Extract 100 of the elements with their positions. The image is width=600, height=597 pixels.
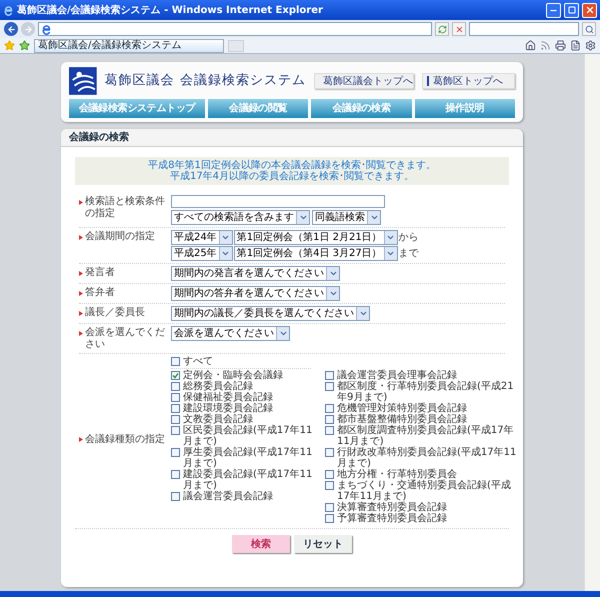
minimize-button[interactable]: [546, 2, 561, 18]
checkbox[interactable]: [325, 426, 334, 435]
checkbox[interactable]: [171, 357, 180, 366]
header-link[interactable]: 葛飾区議会トップへ: [314, 73, 414, 89]
panel-title: 会議録の検索: [69, 130, 129, 145]
window-title: 葛飾区議会/会議録検索システム - Windows Internet Explorer: [17, 3, 324, 18]
browser-tab[interactable]: 葛飾区議会/会議録検索システム: [34, 38, 224, 52]
checkbox[interactable]: [325, 448, 334, 457]
favorites-star-icon: [4, 40, 15, 51]
checkbox-label: 建設委員会記録(平成17年11月まで): [183, 469, 314, 491]
caret-icon: [276, 327, 289, 340]
search-button[interactable]: [582, 22, 596, 36]
stop-button[interactable]: [452, 22, 466, 36]
checkbox-label: 都市基盤整備特別委員会記録: [337, 414, 467, 425]
print-icon[interactable]: [555, 40, 566, 51]
dropdown[interactable]: 第1回定例会（第4日 3月27日）: [234, 246, 398, 261]
checkbox-label: 都区制度調査特別委員会記録(平成17年11月まで): [337, 425, 515, 447]
caret-icon: [218, 231, 232, 244]
caret-icon: [384, 231, 397, 244]
checkbox[interactable]: [171, 393, 180, 402]
forward-arrow-icon: [24, 24, 32, 34]
bullet-icon: [79, 311, 83, 316]
checkbox-label: 予算審査特別委員会記録: [337, 513, 447, 524]
checkbox-label: 決算審査特別委員会記録: [337, 502, 447, 513]
range-suffix: から: [398, 232, 419, 244]
caret-icon: [367, 211, 380, 224]
close-button[interactable]: [582, 2, 597, 18]
checkbox[interactable]: [171, 371, 180, 380]
checkbox[interactable]: [325, 404, 334, 413]
dropdown[interactable]: 同義語検索: [312, 210, 381, 225]
refresh-button[interactable]: [435, 22, 449, 36]
checkbox-label: 危機管理対策特別委員会記録: [337, 403, 467, 414]
bullet-icon: [79, 291, 83, 296]
checkbox[interactable]: [325, 503, 334, 512]
checkbox-label: 区民委員会記録(平成17年11月まで): [183, 425, 314, 447]
checkbox[interactable]: [325, 415, 334, 424]
checkmark-icon: [172, 372, 179, 379]
notice-text: 平成8年第1回定例会以降の本会議会議録を検索･閲覧できます。: [148, 160, 436, 171]
bullet-icon: [79, 200, 83, 205]
checkbox-label: 都区制度・行革特別委員会記録(平成21年9月まで): [337, 381, 515, 403]
checkbox[interactable]: [171, 470, 180, 479]
search-field[interactable]: [469, 22, 579, 36]
search-button[interactable]: 検索: [232, 535, 290, 553]
checkbox-label: 建設環境委員会記録: [183, 403, 273, 414]
refresh-icon: [438, 24, 446, 34]
dropdown[interactable]: 平成24年: [171, 230, 233, 245]
address-field[interactable]: [38, 22, 432, 36]
caret-icon: [326, 287, 339, 300]
caret-icon: [326, 267, 339, 280]
logo-icon: [69, 66, 97, 96]
checkbox[interactable]: [325, 481, 334, 490]
checkbox[interactable]: [325, 382, 334, 391]
checkbox[interactable]: [325, 514, 334, 523]
header-link[interactable]: 葛飾区トップへ: [422, 73, 515, 89]
field-label: 発言者: [85, 267, 115, 279]
bullet-icon: [79, 271, 83, 276]
reset-button[interactable]: リセット: [294, 535, 352, 553]
field-label: 議長／委員長: [85, 307, 145, 319]
range-suffix: まで: [398, 248, 419, 260]
search-input-field[interactable]: [171, 195, 385, 208]
settings-icon[interactable]: [585, 40, 596, 51]
checkbox-label: すべて: [183, 356, 213, 367]
feeds-icon[interactable]: [540, 40, 551, 51]
dropdown[interactable]: 平成25年: [171, 246, 233, 261]
checkbox-label: 議会運営委員会理事会記録: [337, 370, 457, 381]
checkbox[interactable]: [171, 404, 180, 413]
dropdown[interactable]: 期間内の答弁者を選んでください: [171, 286, 340, 301]
dropdown[interactable]: 期間内の発言者を選んでください: [171, 266, 340, 281]
close-icon: [584, 5, 594, 15]
checkbox[interactable]: [171, 415, 180, 424]
checkbox[interactable]: [171, 426, 180, 435]
checkbox[interactable]: [171, 448, 180, 457]
checkbox-label: 総務委員会記録: [183, 381, 253, 392]
dropdown[interactable]: 第1回定例会（第1日 2月21日）: [234, 230, 398, 245]
checkbox[interactable]: [171, 382, 180, 391]
checkbox-label: 地方分権・行革特別委員会: [337, 469, 457, 480]
stop-icon: [454, 24, 464, 34]
checkbox[interactable]: [325, 470, 334, 479]
bullet-icon: [79, 235, 83, 240]
field-label: 会派を選んでください: [85, 327, 166, 351]
search-icon: [584, 24, 594, 34]
dropdown[interactable]: 会派を選んでください: [171, 326, 290, 341]
checkbox-label: 保健福祉委員会記録: [183, 392, 273, 403]
field-label: 会議期間の指定: [85, 231, 155, 243]
checkbox-label: まちづくり・交通特別委員会記録(平成17年11月まで): [337, 480, 512, 502]
dropdown[interactable]: 期間内の議長／委員長を選んでください: [171, 306, 370, 321]
back-button[interactable]: [4, 22, 18, 36]
caret-icon: [384, 247, 397, 260]
home-icon[interactable]: [525, 40, 536, 51]
checkbox[interactable]: [171, 492, 180, 501]
checkbox[interactable]: [325, 371, 334, 380]
maximize-button[interactable]: [564, 2, 579, 18]
dropdown[interactable]: すべての検索語を含みます: [171, 210, 310, 225]
checkbox-label: 文教委員会記録: [183, 414, 253, 425]
caret-icon: [296, 211, 309, 224]
checkbox-label: 議会運営委員会記録: [183, 491, 273, 502]
caret-icon: [356, 307, 369, 320]
site-title: 葛飾区議会 会議録検索システム: [104, 72, 306, 90]
checkbox-label: 定例会・臨時会会議録: [183, 370, 283, 381]
maximize-icon: [568, 6, 576, 14]
